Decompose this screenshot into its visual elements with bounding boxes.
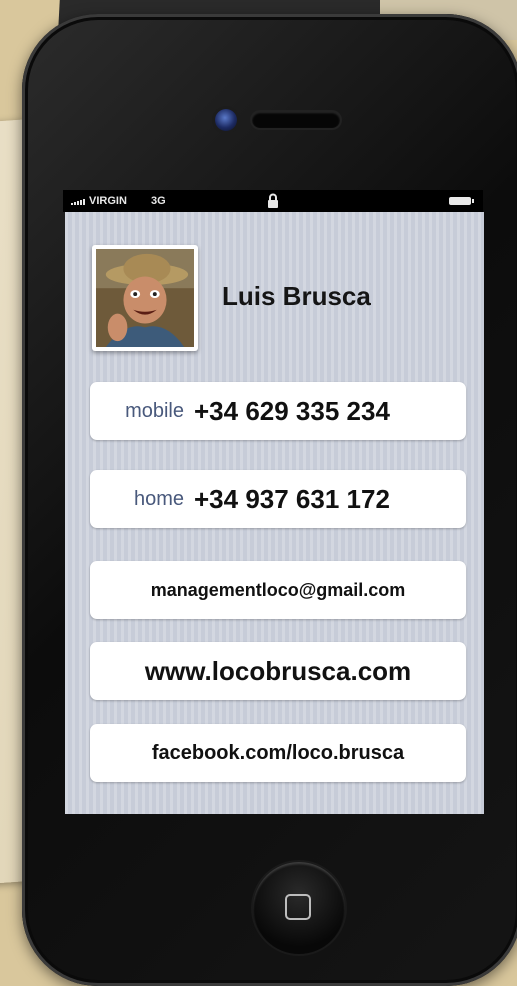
home-label: home [133, 487, 184, 510]
home-button-icon [285, 894, 311, 920]
website-field[interactable]: www.locobrusca.com [90, 642, 466, 700]
battery-icon [449, 197, 474, 205]
mobile-label: mobile [125, 399, 184, 422]
speaker-icon [252, 112, 340, 128]
avatar [96, 249, 194, 347]
status-bar: VIRGIN 3G [63, 190, 483, 212]
website-url: www.locobrusca.com [144, 655, 412, 686]
contact-name: Luis Brusca [222, 281, 371, 311]
carrier-name: VIRGIN [89, 195, 127, 207]
lock-icon [268, 193, 278, 208]
facebook-field[interactable]: facebook.com/loco.brusca [90, 724, 466, 782]
contact-photo[interactable] [92, 245, 198, 351]
home-phone-field[interactable]: home +34 937 631 172 [90, 470, 466, 528]
facebook-url: facebook.com/loco.brusca [151, 741, 405, 764]
mobile-phone-field[interactable]: mobile +34 629 335 234 [90, 382, 466, 440]
mobile-number: +34 629 335 234 [194, 395, 390, 426]
camera-icon [215, 109, 237, 131]
home-button[interactable] [253, 862, 345, 954]
email-field[interactable]: managementloco@gmail.com [90, 561, 466, 619]
network-type: 3G [151, 195, 166, 207]
home-number: +34 937 631 172 [194, 483, 390, 514]
email-address: managementloco@gmail.com [150, 579, 406, 600]
signal-icon [71, 199, 85, 205]
